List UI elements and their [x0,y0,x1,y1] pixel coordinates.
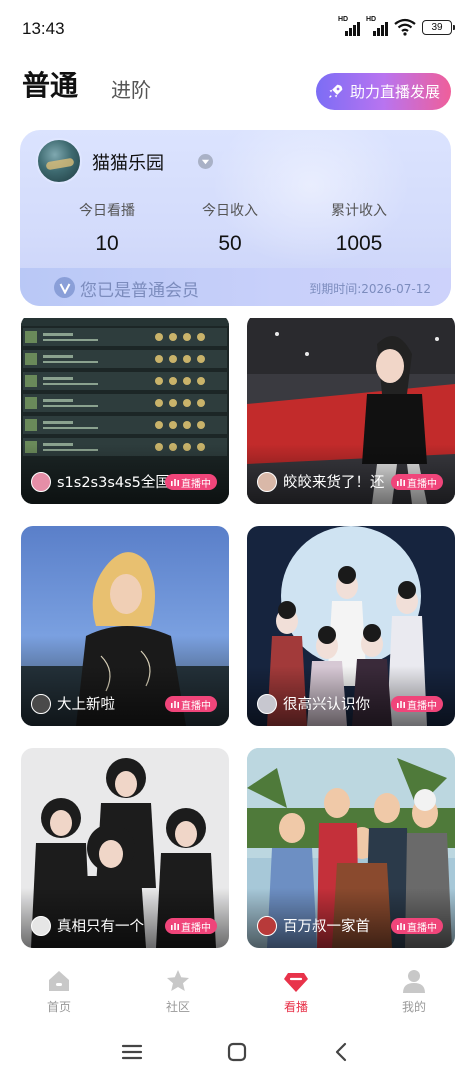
live-badge-label: 直播中 [407,922,437,934]
stream-title: 很高兴认识你 [283,697,370,713]
live-badge: 直播中 [165,918,217,934]
member-status-text: 您已是普通会员 [80,281,199,301]
host-avatar [257,916,277,936]
live-card[interactable]: 大上新啦 直播中 [21,526,229,726]
nav-label: 我的 [401,1000,426,1014]
stat-label: 今日收入 [202,203,258,219]
stat-value: 50 [218,232,242,255]
vip-icon [54,277,75,298]
live-feed: s1s2s3s4s5全国 直播中 皎皎来货了！还 直播中 大上新啦 直播中 很高… [0,318,474,958]
stat-label: 今日看播 [79,203,135,219]
status-bar: 13:43 HD HD 39 [0,0,474,58]
bottom-nav: 首页 社区 看播 我的 [0,958,474,1026]
signal-icon: HD [338,16,360,36]
status-time: 13:43 [22,19,65,38]
host-avatar [257,694,277,714]
live-badge-label: 直播中 [181,922,211,934]
nav-label: 看播 [283,1000,308,1014]
system-nav [0,1026,474,1080]
stream-title: 百万叔一家首 [283,919,370,935]
rocket-icon [329,84,343,98]
nav-label: 首页 [46,1000,71,1014]
stat-value: 10 [95,232,119,255]
live-badge-label: 直播中 [181,478,211,490]
person-icon [403,970,425,993]
live-badge: 直播中 [391,696,443,712]
live-card[interactable]: 皎皎来货了！还 直播中 [247,318,455,504]
live-badge: 直播中 [165,696,217,712]
wifi-icon [394,18,416,36]
nickname[interactable]: 猫猫乐园 [92,149,164,175]
signal-icon: HD [366,16,388,36]
host-avatar [257,472,277,492]
boost-live-button[interactable]: 助力直播发展 [316,73,451,110]
stream-title: s1s2s3s4s5全国 [57,475,169,491]
live-badge: 直播中 [391,918,443,934]
nav-label: 社区 [165,1000,190,1014]
nav-item-profile[interactable]: 我的 [374,968,454,1015]
avatar[interactable] [36,138,82,184]
battery-icon: 39 [422,19,455,35]
live-card[interactable]: 真相只有一个 直播中 [21,748,229,948]
diamond-icon [284,973,308,992]
live-icon [171,701,179,708]
menu-icon[interactable] [120,1040,144,1064]
live-card[interactable]: 很高兴认识你 直播中 [247,526,455,726]
nav-item-watch[interactable]: 看播 [256,968,336,1015]
stat-today-views: 今日看播 10 [47,200,167,256]
live-badge-label: 直播中 [181,700,211,712]
live-card[interactable]: 百万叔一家首 直播中 [247,748,455,948]
tab-normal[interactable]: 普通 [22,64,78,104]
live-icon [397,479,405,486]
live-icon [171,923,179,930]
live-card[interactable]: s1s2s3s4s5全国 直播中 [21,318,229,504]
boost-button-label: 助力直播发展 [349,83,440,101]
home-icon [49,971,69,991]
live-icon [397,923,405,930]
stat-today-income: 今日收入 50 [170,200,290,256]
live-icon [171,479,179,486]
live-badge: 直播中 [165,474,217,490]
member-status-bar: 您已是普通会员 到期时间:2026-07-12 [20,268,451,306]
stat-label: 累计收入 [331,203,387,219]
live-badge-label: 直播中 [407,478,437,490]
chevron-down-icon[interactable] [198,154,213,169]
stream-title: 大上新啦 [57,697,115,713]
star-icon [167,970,189,991]
status-icons: HD HD 39 [338,16,455,36]
back-icon[interactable] [330,1040,354,1064]
stream-title: 真相只有一个 [57,919,144,935]
live-icon [397,701,405,708]
nav-item-home[interactable]: 首页 [19,968,99,1015]
host-avatar [31,694,51,714]
home-square-icon[interactable] [225,1040,249,1064]
live-badge-label: 直播中 [407,700,437,712]
host-avatar [31,472,51,492]
stat-total-income: 累计收入 1005 [299,200,419,256]
nav-item-community[interactable]: 社区 [138,968,218,1015]
stream-title: 皎皎来货了！还 [283,475,385,491]
stat-value: 1005 [335,232,383,255]
host-avatar [31,916,51,936]
expire-date: 到期时间:2026-07-12 [309,282,431,296]
tab-advanced[interactable]: 进阶 [111,74,151,103]
member-card: 猫猫乐园 今日看播 10 今日收入 50 累计收入 1005 您已是普通会员 到… [20,130,451,306]
live-badge: 直播中 [391,474,443,490]
